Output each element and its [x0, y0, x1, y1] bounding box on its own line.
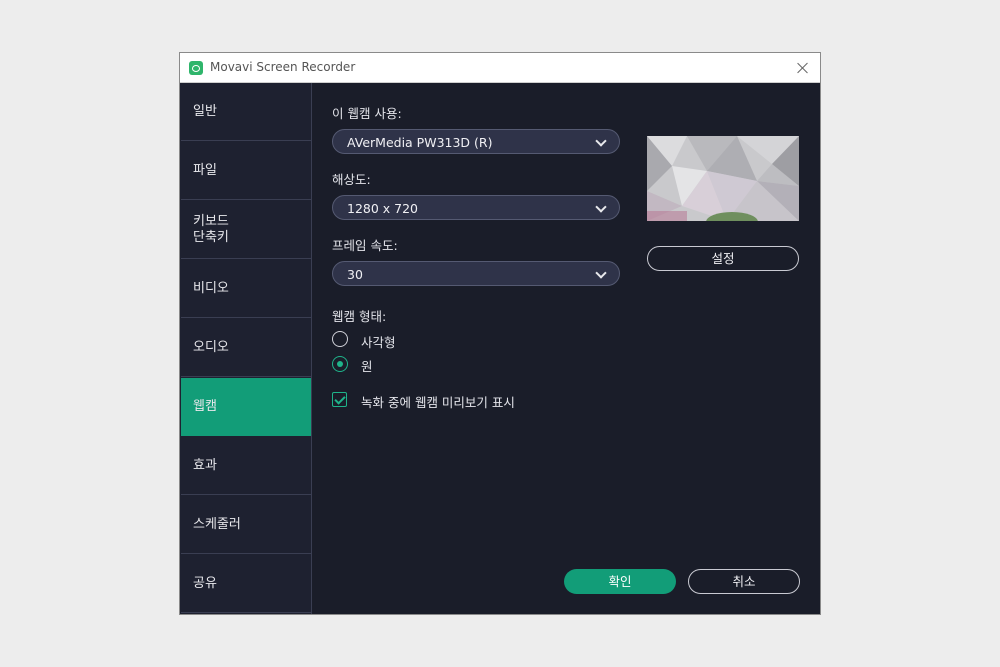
sidebar-item-label: 오디오	[193, 339, 229, 355]
resolution-value: 1280 x 720	[347, 201, 419, 216]
webcam-settings-panel: 이 웹캠 사용: AVerMedia PW313D (R) 해상도: 1280 …	[312, 83, 820, 614]
framerate-value: 30	[347, 267, 363, 282]
sidebar-item-label: 키보드 단축키	[193, 213, 229, 245]
shape-label: 웹캠 형태:	[332, 309, 387, 324]
settings-window: Movavi Screen Recorder 일반 파일 키보드 단축키 비디오…	[179, 52, 821, 615]
close-icon[interactable]	[792, 57, 814, 79]
sidebar-item-general[interactable]: 일반	[181, 83, 311, 141]
sidebar-item-label: 효과	[193, 457, 217, 473]
webcam-select-label: 이 웹캠 사용:	[332, 106, 402, 121]
webcam-device-dropdown[interactable]: AVerMedia PW313D (R)	[332, 129, 620, 154]
shape-circle-label: 원	[361, 359, 373, 374]
webcam-preview-image	[647, 136, 799, 221]
chevron-down-icon	[595, 201, 607, 213]
sidebar: 일반 파일 키보드 단축키 비디오 오디오 웹캠 효과 스케줄러 공유	[180, 83, 312, 614]
resolution-label: 해상도:	[332, 172, 371, 187]
show-preview-checkbox[interactable]	[332, 392, 347, 407]
sidebar-item-label: 스케줄러	[193, 516, 241, 532]
show-preview-label: 녹화 중에 웹캠 미리보기 표시	[361, 395, 515, 410]
shape-circle-radio[interactable]	[332, 356, 348, 372]
webcam-device-value: AVerMedia PW313D (R)	[347, 135, 493, 150]
window-title: Movavi Screen Recorder	[210, 60, 356, 74]
sidebar-item-effects[interactable]: 효과	[181, 437, 311, 495]
sidebar-item-video[interactable]: 비디오	[181, 260, 311, 318]
cancel-button[interactable]: 취소	[688, 569, 800, 594]
sidebar-item-share[interactable]: 공유	[181, 555, 311, 613]
framerate-label: 프레임 속도:	[332, 238, 398, 253]
sidebar-item-label: 비디오	[193, 280, 229, 296]
sidebar-item-label: 공유	[193, 575, 217, 591]
chevron-down-icon	[595, 267, 607, 279]
title-bar: Movavi Screen Recorder	[180, 53, 820, 83]
sidebar-item-label: 웹캠	[193, 398, 217, 414]
resolution-dropdown[interactable]: 1280 x 720	[332, 195, 620, 220]
sidebar-item-webcam[interactable]: 웹캠	[181, 378, 311, 436]
shape-rectangle-radio[interactable]	[332, 331, 348, 347]
sidebar-item-label: 일반	[193, 103, 217, 119]
sidebar-item-scheduler[interactable]: 스케줄러	[181, 496, 311, 554]
sidebar-item-shortcuts[interactable]: 키보드 단축키	[181, 201, 311, 259]
shape-rectangle-label: 사각형	[361, 335, 396, 350]
sidebar-item-label: 파일	[193, 162, 217, 178]
app-icon	[189, 61, 203, 75]
sidebar-item-audio[interactable]: 오디오	[181, 319, 311, 377]
ok-button[interactable]: 확인	[564, 569, 676, 594]
webcam-settings-button[interactable]: 설정	[647, 246, 799, 271]
chevron-down-icon	[595, 135, 607, 147]
sidebar-item-file[interactable]: 파일	[181, 142, 311, 200]
framerate-dropdown[interactable]: 30	[332, 261, 620, 286]
